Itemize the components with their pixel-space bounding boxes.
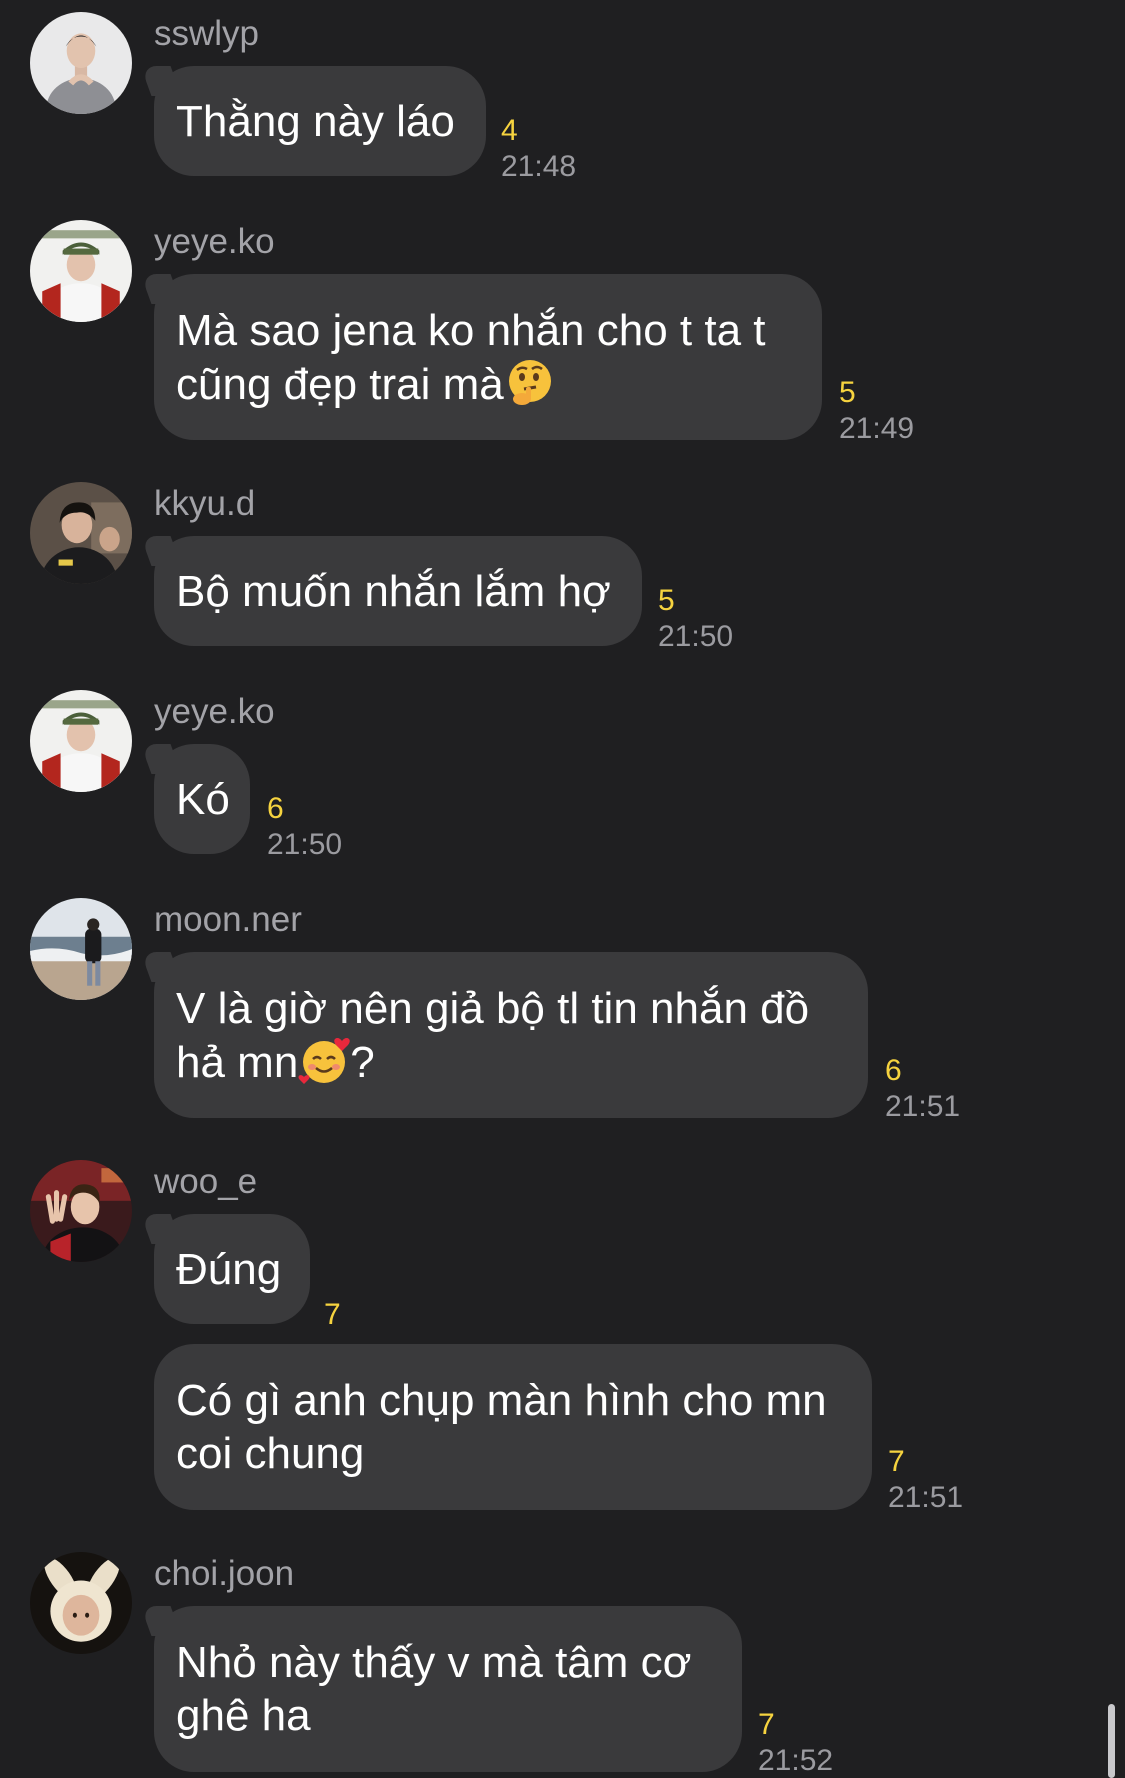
unread-count: 7 <box>758 1708 775 1741</box>
message-time: 21:48 <box>501 150 577 183</box>
message-text-line: coi chung <box>176 1429 365 1478</box>
message-time: 21:50 <box>267 828 343 861</box>
message-bubble[interactable]: Mà sao jena ko nhắn cho t ta t cũng đẹp … <box>154 274 822 440</box>
message-text-line: hả mn <box>176 1037 299 1087</box>
sender-name: woo_e <box>154 1162 258 1201</box>
message-text: Kó <box>176 774 230 824</box>
avatar-sswlyp[interactable] <box>30 12 132 114</box>
message-time: 21:50 <box>658 620 734 653</box>
unread-count: 7 <box>324 1298 341 1331</box>
message-text-line: Mà sao jena ko nhắn cho t ta t <box>176 305 766 355</box>
avatar-yeye-ko[interactable] <box>30 690 132 792</box>
message-text-line: Có gì anh chụp màn hình cho mn <box>176 1376 827 1425</box>
unread-count: 6 <box>885 1054 902 1087</box>
thinking-face-emoji <box>504 357 556 409</box>
message-time: 21:51 <box>888 1481 964 1514</box>
chat-message-list[interactable]: sswlyp Thằng này láo 4 21:48 yeye.ko Mà … <box>0 0 1125 1778</box>
unread-count: 5 <box>658 584 675 617</box>
message-bubble[interactable]: Bộ muốn nhắn lắm hợ <box>154 536 642 646</box>
message-text-line: cũng đẹp trai mà <box>176 359 504 409</box>
sender-name: choi.joon <box>154 1554 295 1593</box>
smiling-face-with-hearts-emoji <box>298 1035 351 1087</box>
sender-name: kkyu.d <box>154 484 256 523</box>
scrollbar-thumb[interactable] <box>1108 1704 1115 1778</box>
sender-name: sswlyp <box>154 14 260 53</box>
message-bubble[interactable]: Nhỏ này thấy v mà tâm cơ ghê ha <box>154 1606 742 1772</box>
unread-count: 6 <box>267 792 284 825</box>
message-bubble[interactable]: Có gì anh chụp màn hình cho mn coi chung <box>154 1344 872 1510</box>
message-text-line: V là giờ nên giả bộ tl tin nhắn đồ <box>176 983 810 1033</box>
message-time: 21:52 <box>758 1744 834 1777</box>
sender-name: yeye.ko <box>154 692 275 731</box>
message-bubble[interactable]: Thằng này láo <box>154 66 486 176</box>
unread-count: 4 <box>501 114 518 147</box>
message-text-line: ? <box>350 1037 375 1087</box>
sender-name: yeye.ko <box>154 222 275 261</box>
avatar-yeye-ko[interactable] <box>30 220 132 322</box>
unread-count: 5 <box>839 376 856 409</box>
unread-count: 7 <box>888 1445 905 1478</box>
avatar-kkyu-d[interactable] <box>30 482 132 584</box>
avatar-choi-joon[interactable] <box>30 1552 132 1654</box>
message-text-line: Nhỏ này thấy v mà tâm cơ <box>176 1638 692 1687</box>
message-bubble[interactable]: Đúng <box>154 1214 310 1324</box>
message-bubble[interactable]: V là giờ nên giả bộ tl tin nhắn đồ hả mn… <box>154 952 868 1118</box>
avatar-moon-ner[interactable] <box>30 898 132 1000</box>
message-text: Bộ muốn nhắn lắm hợ <box>176 566 611 616</box>
avatar-woo-e[interactable] <box>30 1160 132 1262</box>
message-time: 21:49 <box>839 412 915 445</box>
sender-name: moon.ner <box>154 900 302 939</box>
message-text: Thằng này láo <box>176 96 455 146</box>
message-bubble[interactable]: Kó <box>154 744 250 854</box>
message-text-line: ghê ha <box>176 1691 311 1740</box>
message-time: 21:51 <box>885 1090 961 1123</box>
message-text: Đúng <box>176 1244 282 1294</box>
